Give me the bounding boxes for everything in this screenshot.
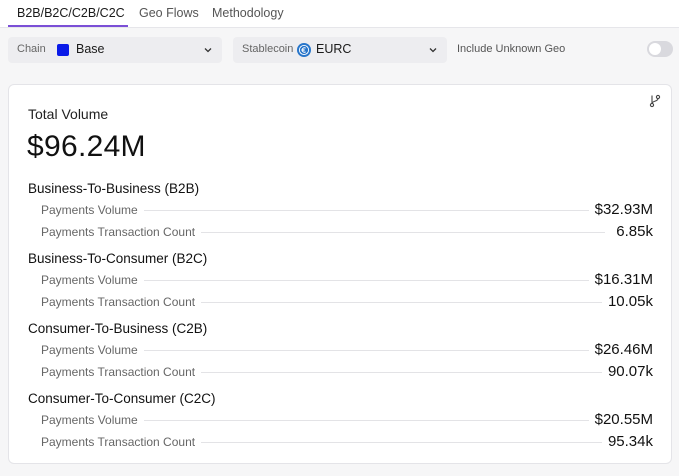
metric-row: Payments Volume $20.55M — [9, 411, 671, 431]
metric-value: $16.31M — [588, 271, 653, 288]
metric-row: Payments Volume $26.46M — [9, 341, 671, 361]
metric-value: 95.34k — [601, 433, 653, 450]
active-tab-indicator — [8, 25, 128, 27]
metric-row: Payments Transaction Count 6.85k — [9, 223, 671, 243]
metric-value: 90.07k — [601, 363, 653, 380]
total-volume-label: Total Volume — [28, 106, 109, 122]
chain-select-value: Base — [76, 42, 105, 56]
filter-bar: Chain Base Stablecoin EURC Include Unkno… — [0, 28, 679, 72]
metric-row: Payments Volume $16.31M — [9, 271, 671, 291]
include-unknown-geo-label: Include Unknown Geo — [457, 43, 566, 55]
metric-value: $32.93M — [588, 201, 653, 218]
volume-card: Total Volume $96.24M Business-To-Busines… — [8, 84, 672, 464]
tab-b2b-b2c-c2b-c2c[interactable]: B2B/B2C/C2B/C2C — [17, 6, 125, 20]
metric-label: Payments Transaction Count — [41, 225, 202, 239]
metric-row: Payments Volume $32.93M — [9, 201, 671, 221]
metric-value: 10.05k — [601, 293, 653, 310]
git-branch-icon[interactable] — [649, 94, 661, 108]
metric-label: Payments Transaction Count — [41, 295, 202, 309]
section-c2c: Consumer-To-Consumer (C2C) Payments Volu… — [9, 391, 671, 461]
chevron-down-icon — [429, 48, 437, 53]
section-b2c: Business-To-Consumer (B2C) Payments Volu… — [9, 251, 671, 321]
include-unknown-geo-toggle[interactable] — [647, 41, 673, 57]
stablecoin-select[interactable]: Stablecoin EURC — [233, 37, 447, 63]
metric-value: $26.46M — [588, 341, 653, 358]
metric-label: Payments Volume — [41, 343, 144, 357]
metric-row: Payments Transaction Count 10.05k — [9, 293, 671, 313]
metric-row: Payments Transaction Count 95.34k — [9, 433, 671, 453]
metric-value: 6.85k — [610, 223, 653, 240]
section-b2b: Business-To-Business (B2B) Payments Volu… — [9, 181, 671, 251]
metric-label: Payments Transaction Count — [41, 435, 202, 449]
section-title: Business-To-Business (B2B) — [28, 181, 200, 196]
chevron-down-icon — [204, 48, 212, 53]
chain-select[interactable]: Chain Base — [8, 37, 222, 63]
tab-bar: B2B/B2C/C2B/C2C Geo Flows Methodology — [0, 0, 679, 28]
metric-label: Payments Volume — [41, 273, 144, 287]
metric-row: Payments Transaction Count 90.07k — [9, 363, 671, 383]
metric-label: Payments Transaction Count — [41, 365, 202, 379]
chain-color-swatch — [57, 44, 69, 56]
eurc-coin-icon — [297, 43, 311, 57]
toggle-knob — [649, 43, 661, 55]
metric-label: Payments Volume — [41, 413, 144, 427]
section-title: Consumer-To-Business (C2B) — [28, 321, 208, 336]
stablecoin-select-value: EURC — [316, 42, 352, 56]
metric-label: Payments Volume — [41, 203, 144, 217]
section-title: Consumer-To-Consumer (C2C) — [28, 391, 216, 406]
tab-geo-flows[interactable]: Geo Flows — [139, 6, 199, 20]
chain-select-label: Chain — [17, 43, 46, 55]
metric-value: $20.55M — [588, 411, 653, 428]
total-volume-value: $96.24M — [27, 130, 146, 163]
section-c2b: Consumer-To-Business (C2B) Payments Volu… — [9, 321, 671, 391]
tab-methodology[interactable]: Methodology — [212, 6, 284, 20]
section-title: Business-To-Consumer (B2C) — [28, 251, 208, 266]
stablecoin-select-label: Stablecoin — [242, 43, 294, 55]
